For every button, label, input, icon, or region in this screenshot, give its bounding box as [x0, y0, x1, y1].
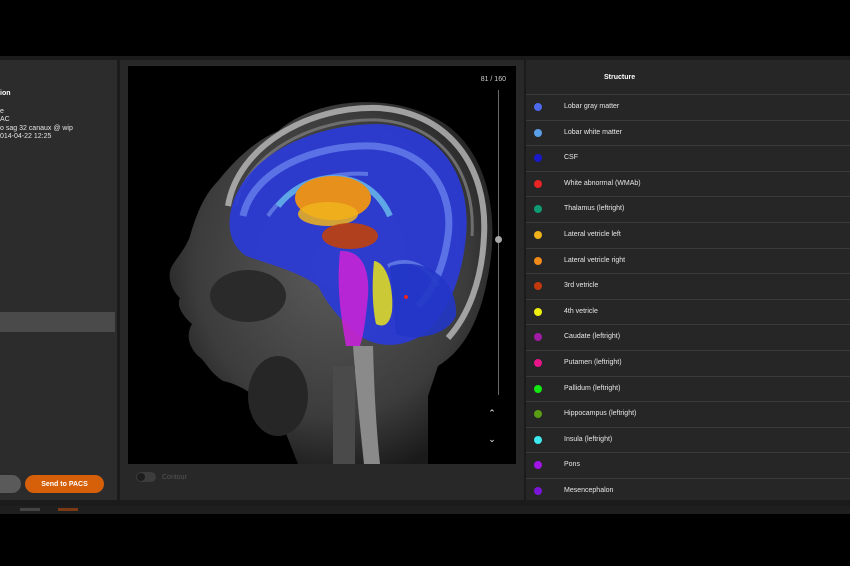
- structure-label: CSF: [564, 154, 578, 162]
- contour-toggle[interactable]: [136, 472, 156, 482]
- structure-color-dot: [534, 179, 542, 188]
- contour-toggle-row: Contour: [136, 470, 187, 484]
- structure-color-dot: [534, 282, 542, 291]
- contour-label: Contour: [162, 473, 187, 481]
- structure-row[interactable]: White abnormal (WMAb): [526, 170, 850, 197]
- structure-color-dot: [534, 461, 542, 470]
- structure-color-dot: [534, 435, 542, 444]
- study-info-panel: ion e AC o sag 32 canaux @ wip 014-04-22…: [0, 60, 117, 500]
- structure-label: Thalamus (leftright): [564, 205, 625, 213]
- structure-color-dot: [534, 256, 542, 265]
- selected-list-item[interactable]: [0, 312, 115, 332]
- structure-row[interactable]: 3rd vetricle: [526, 273, 850, 299]
- structure-color-dot: [534, 231, 542, 239]
- structure-color-dot: [534, 103, 542, 111]
- structure-label: Putamen (leftright): [564, 359, 622, 366]
- image-viewer-panel: 81 / 160 ⌃ ⌄ Contour: [120, 60, 524, 500]
- structure-label: Caudate (leftright): [564, 333, 621, 341]
- chevron-down-icon[interactable]: ⌄: [485, 432, 499, 446]
- slice-counter: 81 / 160: [480, 76, 506, 83]
- structure-label: 3rd vetricle: [564, 282, 599, 290]
- structure-row[interactable]: Pons: [526, 452, 850, 478]
- structure-row[interactable]: Lobar white matter: [526, 119, 850, 146]
- info-title: ion: [0, 90, 11, 97]
- structure-row[interactable]: Mesencephalon: [526, 478, 850, 500]
- structure-row[interactable]: Lateral vetricle right: [526, 247, 850, 274]
- study-date: 014-04-22 12:25: [0, 133, 52, 140]
- mri-viewport[interactable]: 81 / 160 ⌃ ⌄: [128, 66, 516, 464]
- taskbar-item[interactable]: [20, 508, 40, 511]
- chevron-up-icon[interactable]: ⌃: [485, 406, 499, 420]
- structure-row[interactable]: Lateral vetricle left: [526, 222, 850, 248]
- secondary-button[interactable]: [0, 475, 21, 493]
- structure-color-dot: [534, 205, 542, 214]
- info-line: AC: [0, 116, 10, 123]
- structure-label: Insula (leftright): [564, 435, 613, 443]
- structure-color-dot: [534, 333, 542, 342]
- structure-color-dot: [534, 487, 542, 495]
- structure-color-dot: [534, 410, 542, 419]
- structure-color-dot: [534, 359, 542, 367]
- structure-label: Hippocampus (leftright): [564, 410, 637, 418]
- structure-row[interactable]: Putamen (leftright): [526, 350, 850, 376]
- structure-label: Lobar gray matter: [564, 103, 620, 110]
- structure-label: Pons: [564, 461, 580, 469]
- structure-row[interactable]: Thalamus (leftright): [526, 196, 850, 222]
- taskbar: [0, 506, 850, 514]
- send-to-pacs-button[interactable]: Send to PACS: [25, 475, 104, 493]
- structure-color-dot: [534, 307, 542, 316]
- structure-row[interactable]: Hippocampus (leftright): [526, 401, 850, 427]
- taskbar-item[interactable]: [58, 508, 78, 511]
- structure-color-dot: [534, 384, 542, 393]
- structure-label: Lobar white matter: [564, 128, 622, 136]
- structure-color-dot: [534, 154, 542, 163]
- structure-list-panel: Structure Lobar gray matter Lobar white m…: [526, 60, 850, 500]
- structure-row[interactable]: Insula (leftright): [526, 426, 850, 453]
- structure-row[interactable]: Pallidum (leftright): [526, 375, 850, 402]
- structure-row[interactable]: Caudate (leftright): [526, 324, 850, 350]
- mri-sagittal-slice: [169, 102, 493, 464]
- structure-column-header: Structure: [604, 74, 636, 81]
- structure-label: 4th vetricle: [564, 307, 598, 315]
- info-line: e: [0, 108, 4, 115]
- structure-row[interactable]: CSF: [526, 145, 850, 171]
- structure-list-header: Structure: [526, 60, 850, 94]
- structure-label: Mesencephalon: [564, 487, 614, 494]
- structure-label: White abnormal (WMAb): [564, 179, 641, 187]
- structure-label: Pallidum (leftright): [564, 384, 621, 392]
- structure-label: Lateral vetricle left: [564, 231, 621, 238]
- structure-row[interactable]: 4th vetricle: [526, 298, 850, 325]
- structure-row[interactable]: Lobar gray matter: [526, 94, 850, 120]
- structure-color-dot: [534, 128, 542, 137]
- structure-label: Lateral vetricle right: [564, 256, 626, 264]
- series-description: o sag 32 canaux @ wip: [0, 125, 73, 132]
